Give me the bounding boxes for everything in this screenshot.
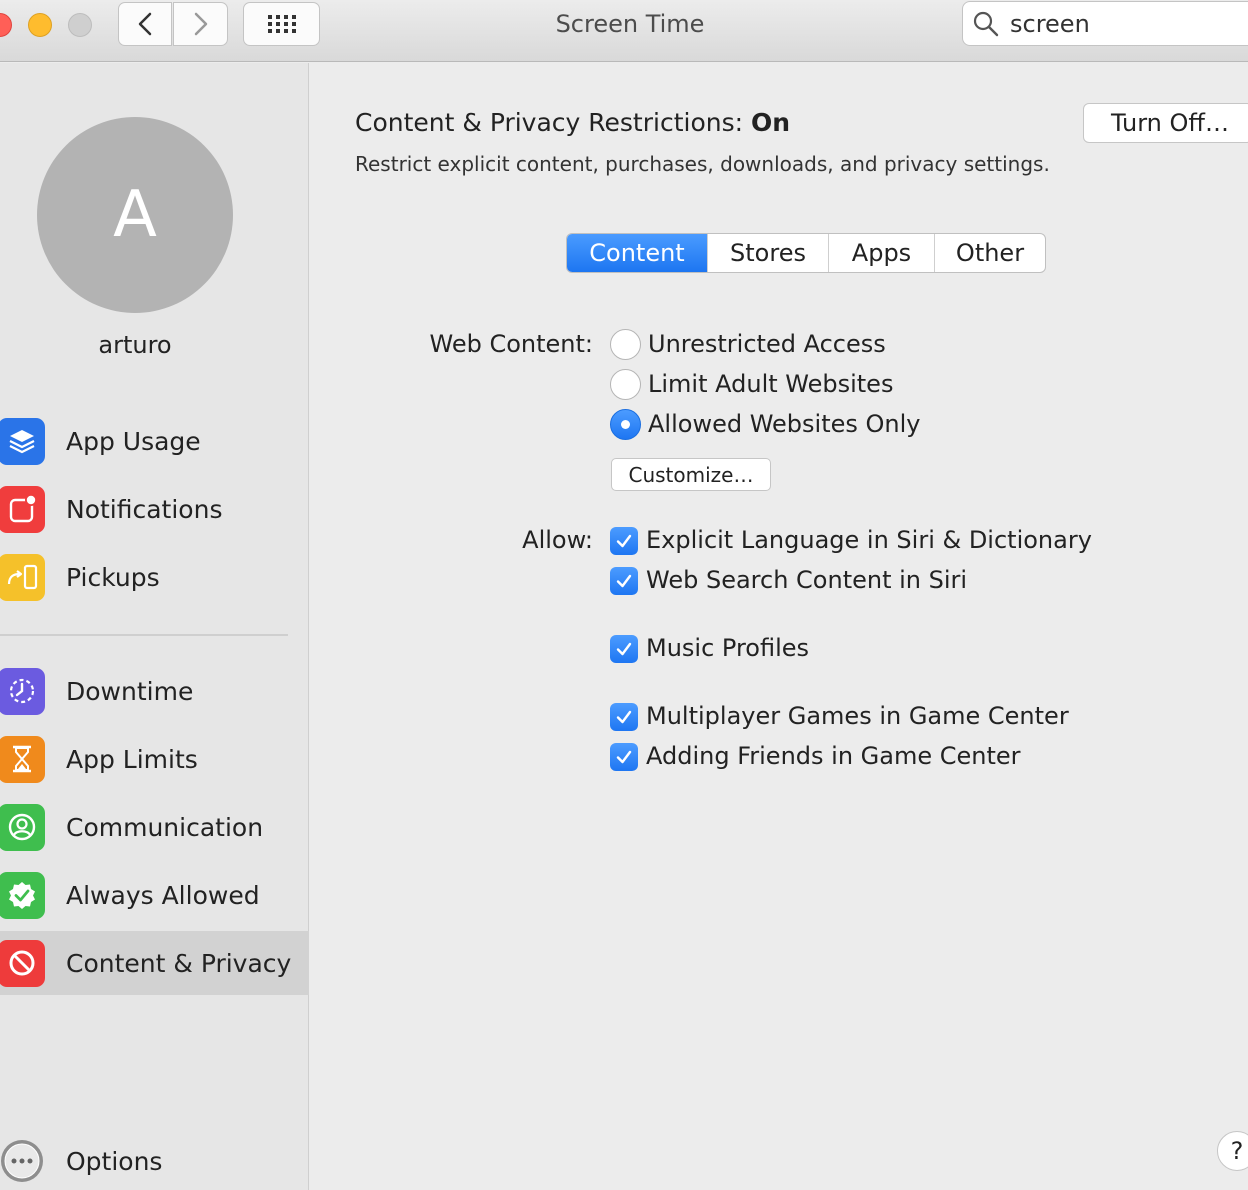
zoom-window-button[interactable] [68, 13, 92, 37]
turn-off-button[interactable]: Turn Off… [1083, 103, 1248, 143]
sidebar-item-pickups[interactable]: Pickups [0, 545, 309, 609]
notification-badge-icon [0, 485, 45, 533]
check-badge-icon [0, 871, 45, 919]
checkmark-icon [616, 710, 632, 724]
tab-apps[interactable]: Apps [828, 234, 934, 272]
prohibited-icon [0, 939, 45, 987]
radio-unrestricted-access[interactable] [610, 329, 641, 360]
checkbox-label[interactable]: Explicit Language in Siri & Dictionary [646, 526, 1092, 554]
sidebar-item-app-usage[interactable]: App Usage [0, 409, 309, 473]
radio-allowed-websites-only[interactable] [610, 409, 641, 440]
phone-pickup-icon [0, 553, 45, 601]
customize-button[interactable]: Customize… [611, 458, 771, 491]
sidebar-item-downtime[interactable]: Downtime [0, 659, 309, 723]
radio-label[interactable]: Limit Adult Websites [648, 370, 893, 398]
checkbox-adding-friends[interactable] [610, 743, 638, 771]
downtime-clock-icon [0, 667, 45, 715]
layers-icon [0, 417, 45, 465]
sidebar-item-label: Always Allowed [66, 880, 260, 910]
radio-label[interactable]: Allowed Websites Only [648, 410, 920, 438]
sidebar-item-label: Options [66, 1146, 163, 1176]
forward-button[interactable] [173, 2, 228, 46]
restrictions-status-value: On [751, 108, 791, 137]
tab-other[interactable]: Other [934, 234, 1045, 272]
hourglass-icon [0, 735, 45, 783]
web-content-label: Web Content: [429, 330, 594, 358]
chevron-left-icon [138, 12, 152, 36]
back-button[interactable] [118, 2, 172, 46]
minimize-window-button[interactable] [28, 13, 52, 37]
restrictions-status-label: Content & Privacy Restrictions: [355, 108, 744, 137]
sidebar-item-label: Pickups [66, 562, 160, 592]
sidebar-item-app-limits[interactable]: App Limits [0, 727, 309, 791]
sidebar-item-label: Notifications [66, 494, 223, 524]
restrictions-status: Content & Privacy Restrictions: On [355, 108, 790, 137]
checkmark-icon [616, 642, 632, 656]
restrictions-description: Restrict explicit content, purchases, do… [355, 152, 1050, 176]
sidebar-item-label: App Usage [66, 426, 201, 456]
sidebar-item-label: Communication [66, 812, 264, 842]
category-tabs: Content Stores Apps Other [566, 233, 1046, 273]
sidebar-divider [0, 634, 288, 636]
checkmark-icon [616, 750, 632, 764]
checkbox-explicit-language[interactable] [610, 527, 638, 555]
window-toolbar: Screen Time screen [0, 0, 1248, 62]
grid-icon [267, 15, 296, 33]
sidebar-item-communication[interactable]: Communication [0, 795, 309, 859]
person-circle-icon [0, 803, 45, 851]
checkbox-label[interactable]: Adding Friends in Game Center [646, 742, 1021, 770]
sidebar: A arturo App Usage Notifications Pickups… [0, 63, 309, 1190]
chevron-right-icon [194, 12, 207, 36]
close-window-button[interactable] [0, 13, 12, 37]
checkbox-web-search-content[interactable] [610, 567, 638, 595]
sidebar-item-always-allowed[interactable]: Always Allowed [0, 863, 309, 927]
radio-limit-adult-websites[interactable] [610, 369, 641, 400]
checkmark-icon [616, 574, 632, 588]
allow-label: Allow: [522, 526, 593, 554]
help-button[interactable]: ? [1217, 1131, 1248, 1171]
search-field[interactable]: screen [962, 1, 1248, 46]
sidebar-item-notifications[interactable]: Notifications [0, 477, 309, 541]
checkbox-music-profiles[interactable] [610, 635, 638, 663]
more-icon [0, 1138, 45, 1185]
checkbox-label[interactable]: Multiplayer Games in Game Center [646, 702, 1069, 730]
search-input-value[interactable]: screen [1010, 10, 1090, 38]
sidebar-item-label: Content & Privacy [66, 948, 292, 978]
show-all-button[interactable] [243, 2, 320, 46]
search-icon [973, 11, 999, 36]
checkmark-icon [616, 534, 632, 548]
sidebar-item-label: Downtime [66, 676, 194, 706]
radio-label[interactable]: Unrestricted Access [648, 330, 886, 358]
sidebar-item-content-privacy[interactable]: Content & Privacy [0, 931, 309, 995]
checkbox-label[interactable]: Music Profiles [646, 634, 809, 662]
tab-content[interactable]: Content [567, 234, 707, 272]
sidebar-item-options[interactable]: Options [0, 1129, 309, 1190]
user-name: arturo [98, 331, 172, 359]
checkbox-multiplayer-games[interactable] [610, 703, 638, 731]
checkbox-label[interactable]: Web Search Content in Siri [646, 566, 967, 594]
tab-stores[interactable]: Stores [707, 234, 828, 272]
avatar[interactable]: A [37, 117, 233, 313]
window-title: Screen Time [555, 10, 705, 38]
sidebar-item-label: App Limits [66, 744, 198, 774]
